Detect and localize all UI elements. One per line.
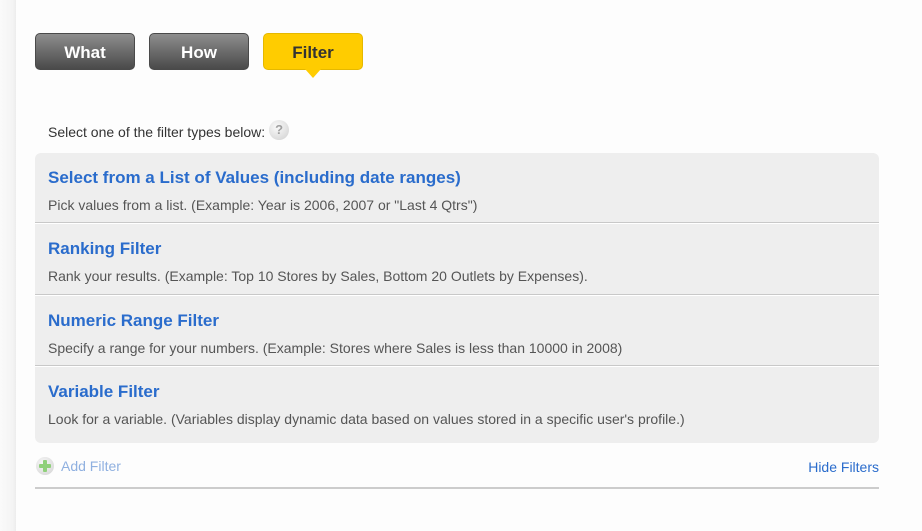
bottom-divider	[35, 487, 879, 489]
filter-type-description: Specify a range for your numbers. (Examp…	[48, 340, 623, 356]
step-filter-label: Filter	[292, 43, 334, 62]
left-panel-edge	[0, 0, 16, 531]
filter-type-title[interactable]: Select from a List of Values (including …	[48, 168, 461, 188]
step-how-label: How	[181, 43, 217, 62]
step-filter-button[interactable]: Filter	[263, 33, 363, 78]
plus-circle-icon	[36, 457, 54, 475]
hide-filters-link[interactable]: Hide Filters	[808, 459, 879, 475]
filter-type-numeric-range[interactable]: Numeric Range Filter Specify a range for…	[35, 296, 879, 366]
help-question-icon[interactable]: ?	[269, 120, 290, 140]
filter-type-list-of-values[interactable]: Select from a List of Values (including …	[35, 153, 879, 223]
active-step-pointer-icon	[305, 69, 321, 78]
filter-type-description: Look for a variable. (Variables display …	[48, 411, 685, 427]
instruction-text: Select one of the filter types below:	[48, 124, 266, 140]
filter-type-description: Rank your results. (Example: Top 10 Stor…	[48, 268, 588, 284]
filter-wizard-page: What How Filter Select one of the filter…	[0, 0, 922, 531]
filter-type-title[interactable]: Ranking Filter	[48, 239, 161, 259]
filter-type-variable[interactable]: Variable Filter Look for a variable. (Va…	[35, 367, 879, 443]
step-what-label: What	[64, 43, 106, 62]
instruction-row: Select one of the filter types below: ?	[48, 120, 290, 140]
filter-type-title[interactable]: Variable Filter	[48, 382, 160, 402]
filter-type-title[interactable]: Numeric Range Filter	[48, 311, 219, 331]
add-filter-button[interactable]: Add Filter	[36, 457, 121, 475]
filter-type-description: Pick values from a list. (Example: Year …	[48, 197, 478, 213]
step-what-button[interactable]: What	[35, 33, 135, 70]
filter-type-ranking[interactable]: Ranking Filter Rank your results. (Examp…	[35, 224, 879, 295]
step-how-button[interactable]: How	[149, 33, 249, 70]
filter-type-list: Select from a List of Values (including …	[35, 153, 879, 443]
add-filter-label: Add Filter	[61, 458, 121, 474]
